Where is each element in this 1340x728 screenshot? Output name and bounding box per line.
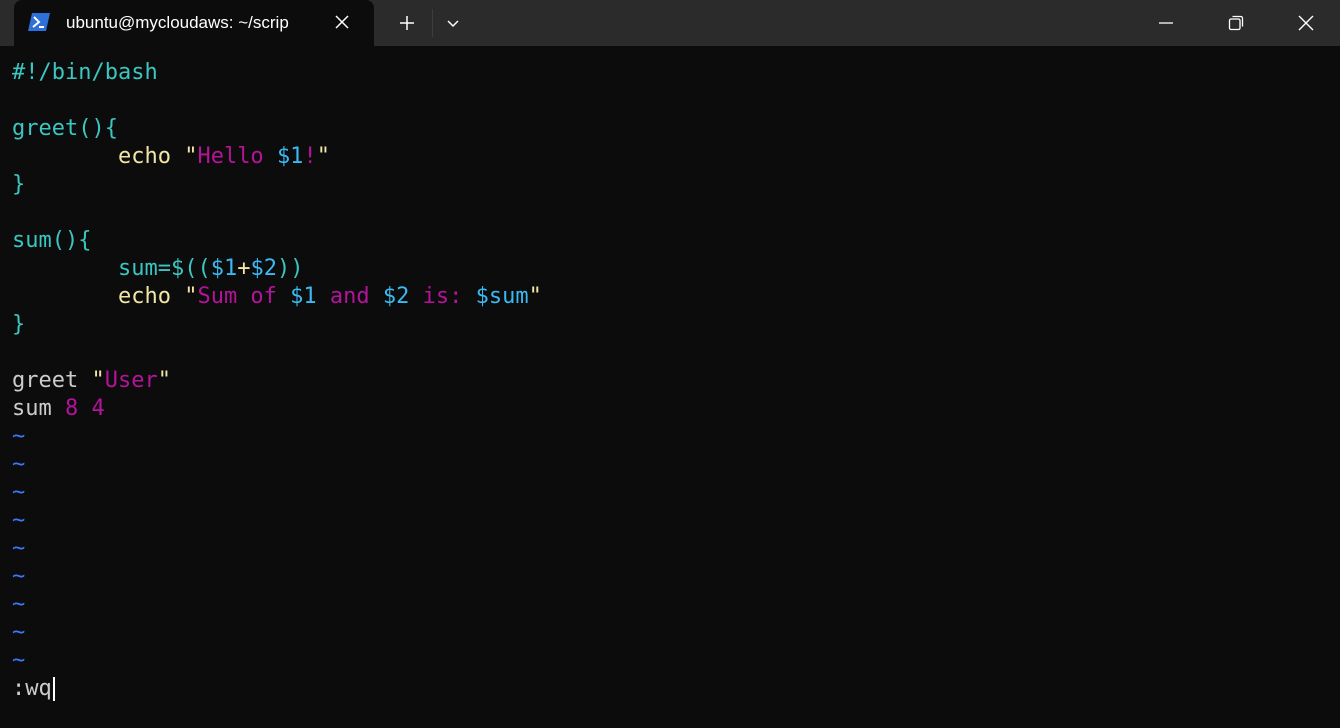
close-brace: }: [12, 312, 26, 337]
arith-open: $((: [170, 256, 211, 281]
close-window-button[interactable]: [1282, 0, 1330, 46]
assignment: sum=: [117, 256, 171, 281]
string-text: and: [316, 284, 383, 309]
empty-line-tilde: ~: [12, 508, 26, 533]
variable: $2: [382, 284, 410, 309]
string-text: Hello: [197, 144, 277, 169]
variable: $sum: [475, 284, 529, 309]
function-def-greet: greet(){: [12, 116, 118, 141]
code-line: sum 8 4: [12, 395, 105, 423]
function-def-sum: sum(){: [12, 228, 92, 253]
tab-ubuntu[interactable]: ubuntu@mycloudaws: ~/scrip: [14, 0, 374, 46]
quote: ": [528, 284, 542, 309]
text-cursor: [52, 677, 55, 701]
code-line: greet "User": [12, 367, 171, 395]
number-args: 8 4: [64, 396, 105, 421]
quote: ": [184, 144, 198, 169]
empty-line-tilde: ~: [12, 424, 26, 449]
string-text: is:: [409, 284, 476, 309]
string-text: Sum of: [197, 284, 291, 309]
echo-keyword: echo: [117, 144, 171, 169]
code-line: }: [12, 171, 25, 199]
powershell-icon: [28, 13, 50, 31]
echo-keyword: echo: [117, 284, 171, 309]
quote: ": [157, 368, 171, 393]
chevron-down-icon: [447, 20, 459, 28]
quote: ": [184, 284, 198, 309]
string-text: User: [104, 368, 158, 393]
minimize-button[interactable]: [1142, 0, 1190, 46]
variable: $1: [210, 256, 238, 281]
empty-line-tilde: ~: [12, 536, 26, 561]
shebang: #!/bin/bash: [12, 60, 158, 85]
variable: $2: [250, 256, 277, 281]
tab-separator: [432, 9, 433, 37]
terminal-pane[interactable]: #!/bin/bash greet(){ echo "Hello $1!" } …: [0, 46, 1340, 728]
new-tab-button[interactable]: [390, 0, 424, 46]
code-line: }: [12, 311, 25, 339]
variable: $1: [290, 284, 317, 309]
code-line: echo "Hello $1!": [12, 143, 330, 171]
minimize-icon: [1159, 22, 1173, 24]
restore-button[interactable]: [1212, 0, 1260, 46]
command-greet: greet: [12, 368, 92, 393]
tab-title: ubuntu@mycloudaws: ~/scrip: [66, 13, 289, 32]
quote: ": [91, 368, 105, 393]
close-brace: }: [12, 172, 26, 197]
empty-line-tilde: ~: [12, 452, 26, 477]
code-line: #!/bin/bash: [12, 59, 158, 87]
empty-line-tilde: ~: [12, 648, 26, 673]
close-icon: [1298, 15, 1314, 31]
code-line: sum=$(($1+$2)): [12, 255, 303, 283]
empty-line-tilde: ~: [12, 564, 26, 589]
restore-icon: [1228, 15, 1244, 31]
operator: +: [237, 256, 251, 281]
string-text: !: [303, 144, 317, 169]
plus-icon: [400, 16, 414, 30]
empty-line-tilde: ~: [12, 592, 26, 617]
code-line: echo "Sum of $1 and $2 is: $sum": [12, 283, 542, 311]
empty-line-tilde: ~: [12, 480, 26, 505]
title-bar: ubuntu@mycloudaws: ~/scrip: [0, 0, 1340, 46]
tab-dropdown-button[interactable]: [438, 0, 468, 46]
vim-command-line[interactable]: :wq: [12, 675, 55, 703]
command-text: :wq: [12, 676, 52, 701]
code-line: greet(){: [12, 115, 118, 143]
code-line: sum(){: [12, 227, 91, 255]
quote: ": [316, 144, 330, 169]
variable: $1: [276, 144, 304, 169]
tab-close-icon[interactable]: [332, 12, 352, 32]
arith-close: )): [276, 256, 304, 281]
command-sum: sum: [12, 396, 65, 421]
empty-line-tilde: ~: [12, 620, 26, 645]
